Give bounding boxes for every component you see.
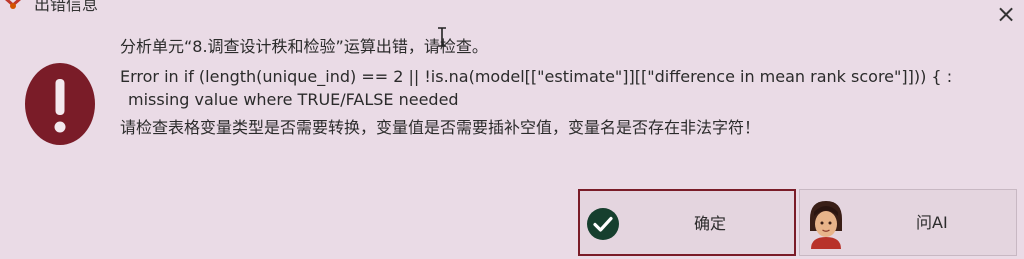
error-reason-text: missing value where TRUE/FALSE needed xyxy=(128,90,459,109)
error-summary-text: 分析单元“8.调查设计秩和检验”运算出错，请检查。 xyxy=(120,37,488,56)
check-circle-icon xyxy=(587,208,619,240)
text-cursor-icon xyxy=(438,27,446,47)
app-logo-icon xyxy=(5,0,21,9)
title-bar: 出错信息 × xyxy=(0,0,1024,27)
ok-button[interactable]: 确定 xyxy=(578,189,796,256)
exclamation-error-icon xyxy=(25,63,95,145)
ok-button-label: 确定 xyxy=(694,214,727,233)
close-button[interactable]: × xyxy=(993,1,1019,27)
error-detail-text: Error in if (length(unique_ind) == 2 || … xyxy=(120,67,953,86)
window-title: 出错信息 xyxy=(34,0,99,14)
ask-ai-button[interactable]: 问AI xyxy=(799,189,1017,256)
close-icon: × xyxy=(995,0,1017,28)
error-hint-text: 请检查表格变量类型是否需要转换，变量值是否需要插补空值，变量名是否存在非法字符！ xyxy=(120,118,761,137)
ask-ai-button-label: 问AI xyxy=(916,213,948,232)
ai-assistant-avatar-icon xyxy=(810,201,842,249)
